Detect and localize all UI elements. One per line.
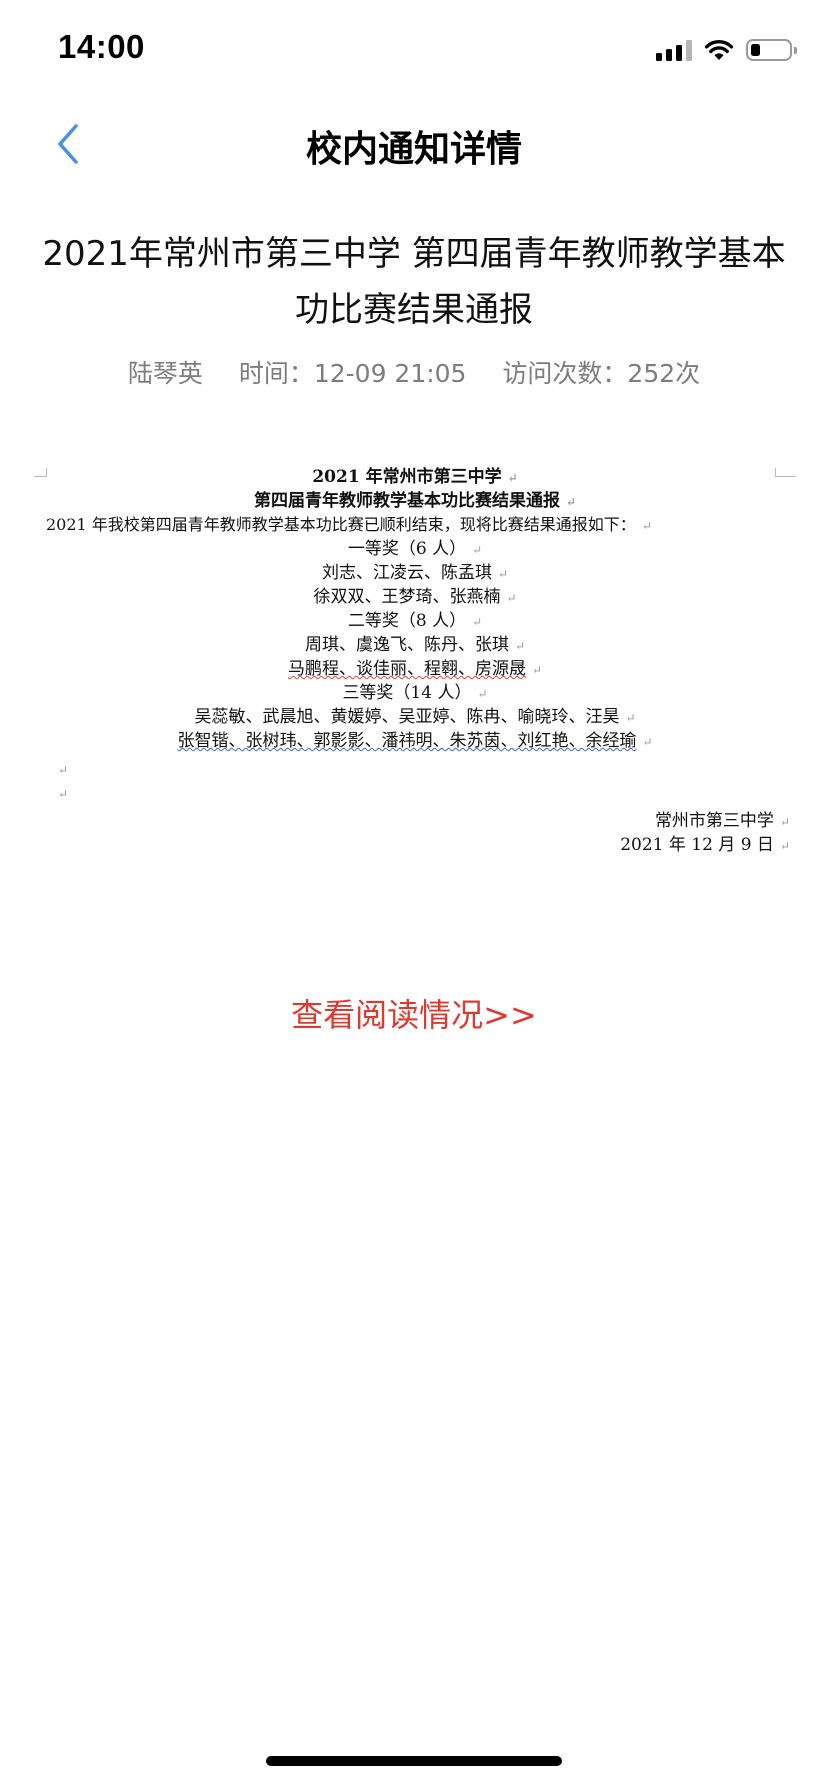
doc-second-prize-line: 周琪、虞逸飞、陈丹、张琪 ↵ — [304, 635, 526, 655]
doc-third-prize-line: 张智锴、张树玮、郭影影、潘祎明、朱苏茵、刘红艳、余经瑜 ↵ — [177, 731, 653, 751]
article-time: 时间：12-09 21:05 — [238, 359, 467, 388]
battery-icon — [746, 39, 797, 61]
doc-first-prize-heading: 一等奖（6 人） ↵ — [347, 539, 483, 559]
doc-second-prize-heading: 二等奖（8 人） ↵ — [347, 611, 483, 631]
doc-school-line: 2021 年常州市第三中学 ↵ — [312, 467, 518, 487]
doc-empty-paragraph: ↵ — [58, 787, 69, 801]
article-meta: 陆琴英 时间：12-09 21:05 访问次数：252次 — [0, 354, 828, 390]
navigation-bar: 校内通知详情 — [0, 96, 828, 192]
article-author: 陆琴英 — [127, 359, 203, 388]
doc-intro: 2021 年我校第四届青年教师教学基本功比赛已顺利结束，现将比赛结果通报如下： ↵ — [46, 515, 652, 534]
doc-first-prize-line: 刘志、江凌云、陈孟琪 ↵ — [321, 563, 509, 583]
doc-date: 2021 年 12 月 9 日 ↵ — [620, 835, 790, 855]
doc-signature: 常州市第三中学 ↵ — [654, 811, 790, 831]
status-bar: 14:00 — [0, 0, 828, 96]
doc-title-line: 第四届青年教师教学基本功比赛结果通报 ↵ — [253, 491, 577, 511]
doc-third-prize-line: 吴蕊敏、武晨旭、黄媛婷、吴亚婷、陈冉、喻晓玲、汪昊 ↵ — [194, 707, 636, 727]
document-image: 2021 年常州市第三中学 ↵ 第四届青年教师教学基本功比赛结果通报 ↵ 2021 … — [30, 456, 800, 926]
signal-icon — [656, 39, 692, 61]
doc-first-prize-line: 徐双双、王梦琦、张燕楠 ↵ — [313, 587, 517, 607]
battery-level — [751, 44, 760, 56]
doc-third-prize-heading: 三等奖（14 人） ↵ — [342, 683, 488, 703]
status-time: 14:00 — [58, 28, 145, 65]
doc-empty-paragraph: ↵ — [58, 763, 69, 777]
doc-second-prize-line: 马鹏程、谈佳丽、程翱、房源晟 ↵ — [287, 659, 543, 679]
article-title: 2021年常州市第三中学 第四届青年教师教学基本功比赛结果通报 — [42, 234, 786, 330]
wifi-icon — [704, 39, 734, 60]
page-title: 校内通知详情 — [305, 129, 522, 170]
read-status-link[interactable]: 查看阅读情况>> — [0, 990, 828, 1036]
status-icons — [656, 36, 797, 64]
article-visits: 访问次数：252次 — [502, 359, 701, 388]
home-indicator[interactable] — [266, 1756, 562, 1766]
